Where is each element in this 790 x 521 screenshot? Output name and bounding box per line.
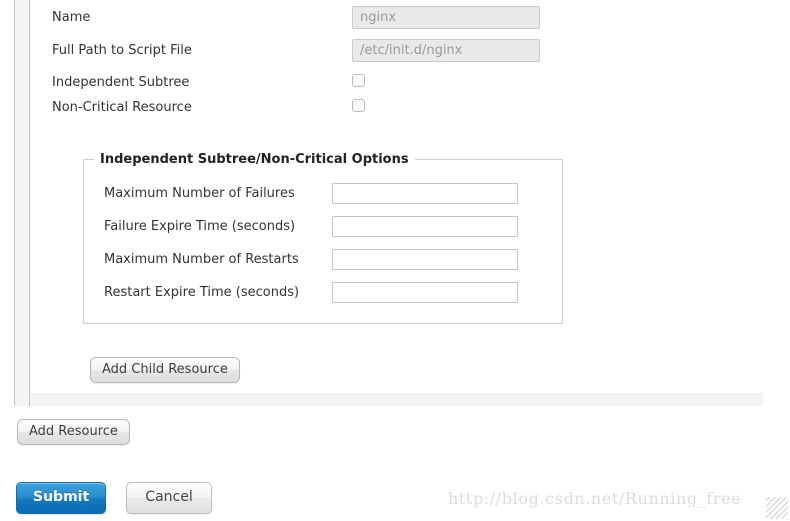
name-input[interactable] (352, 6, 540, 29)
watermark-url: http://blog.csdn.net/Running_free (448, 489, 742, 508)
fieldset-row-failure-expire-time: Failure Expire Time (seconds) (104, 210, 562, 243)
control-independent-subtree (352, 74, 752, 91)
label-restart-expire-time: Restart Expire Time (seconds) (104, 285, 300, 300)
form-row-name: Name (52, 4, 752, 31)
resource-form: Name Full Path to Script File Independen… (52, 4, 752, 120)
control-non-critical-resource (352, 99, 752, 116)
label-non-critical-resource: Non-Critical Resource (52, 99, 192, 115)
form-row-independent-subtree: Independent Subtree (52, 70, 752, 95)
label-full-path-to-script-file: Full Path to Script File (52, 42, 192, 58)
resource-tree-rail-outer (14, 0, 30, 406)
add-resource-button[interactable]: Add Resource (17, 419, 130, 445)
control-script-path (352, 39, 752, 62)
footer-actions: Submit Cancel (16, 482, 212, 514)
non-critical-resource-checkbox[interactable] (352, 99, 365, 112)
fieldset-row-restart-expire-time: Restart Expire Time (seconds) (104, 276, 562, 309)
form-row-script-path: Full Path to Script File (52, 37, 752, 64)
fieldset-rows: Maximum Number of Failures Failure Expir… (84, 167, 562, 309)
control-name (352, 6, 752, 29)
full-path-to-script-file-input[interactable] (352, 39, 540, 62)
independent-subtree-checkbox[interactable] (352, 74, 365, 87)
label-maximum-number-of-failures: Maximum Number of Failures (104, 186, 295, 201)
cancel-button[interactable]: Cancel (126, 482, 212, 514)
fieldset-row-max-restarts: Maximum Number of Restarts (104, 243, 562, 276)
maximum-number-of-failures-input[interactable] (332, 183, 518, 204)
panel-footer-band (31, 393, 763, 406)
independent-subtree-options-fieldset: Independent Subtree/Non-Critical Options… (83, 152, 563, 324)
failure-expire-time-input[interactable] (332, 216, 518, 237)
submit-button[interactable]: Submit (16, 482, 107, 514)
restart-expire-time-input[interactable] (332, 282, 518, 303)
watermark-hatch-mark (766, 497, 788, 519)
label-maximum-number-of-restarts: Maximum Number of Restarts (104, 252, 299, 267)
maximum-number-of-restarts-input[interactable] (332, 249, 518, 270)
fieldset-legend: Independent Subtree/Non-Critical Options (100, 152, 409, 167)
label-failure-expire-time: Failure Expire Time (seconds) (104, 219, 296, 234)
label-independent-subtree: Independent Subtree (52, 74, 190, 90)
add-child-resource-button[interactable]: Add Child Resource (90, 357, 240, 383)
label-name: Name (52, 9, 91, 25)
fieldset-row-max-failures: Maximum Number of Failures (104, 177, 562, 210)
form-row-non-critical-resource: Non-Critical Resource (52, 95, 752, 120)
resource-panel: Name Full Path to Script File Independen… (31, 0, 763, 393)
